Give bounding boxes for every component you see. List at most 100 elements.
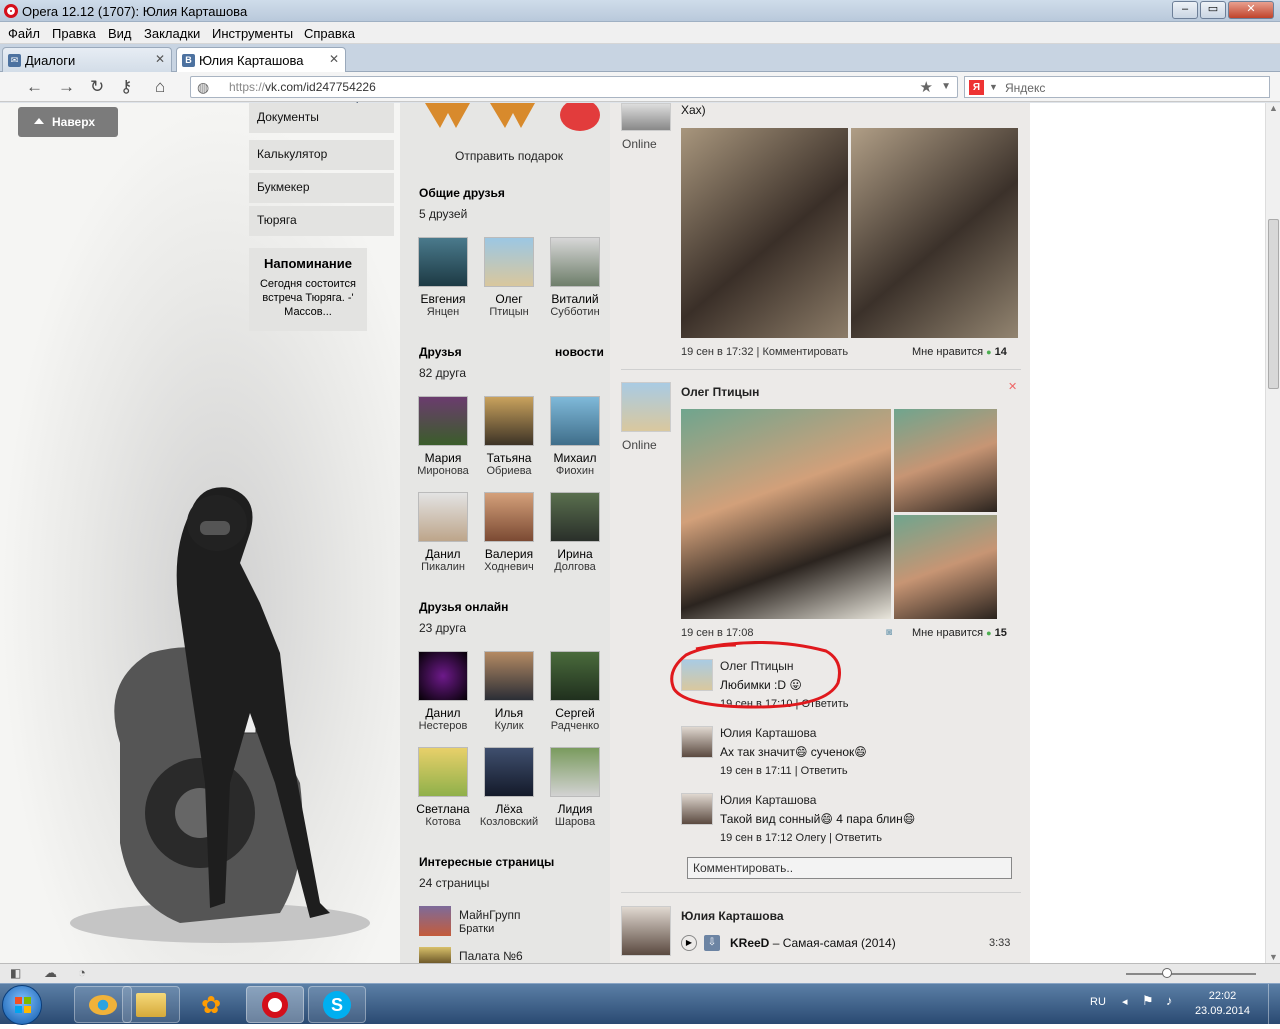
comment-author[interactable]: Юлия Карташова <box>720 793 816 807</box>
cloud-icon[interactable]: ☁ <box>44 965 57 981</box>
close-button[interactable]: ✕ <box>1228 1 1274 19</box>
friend-card[interactable]: Светлана Котова <box>410 747 476 828</box>
close-tab-icon[interactable]: ✕ <box>329 52 339 66</box>
reload-icon[interactable]: ↻ <box>90 77 104 97</box>
speed-dial-icon[interactable]: ◔ <box>78 965 86 980</box>
comment-author[interactable]: Юлия Карташова <box>720 726 816 740</box>
like-button[interactable]: Мне нравится ● 15 <box>912 627 1007 639</box>
share-icon[interactable]: ◙ <box>886 627 892 638</box>
comment-time[interactable]: 19 сен в 17:12 Олегу <box>720 832 826 844</box>
menu-view[interactable]: Вид <box>108 26 132 41</box>
taskbar-app-opera[interactable] <box>246 986 304 1023</box>
minimize-button[interactable]: ‒ <box>1172 1 1198 19</box>
home-icon[interactable]: ⌂ <box>155 77 165 97</box>
menu-bookmaker[interactable]: Букмекер <box>249 173 394 203</box>
like-button[interactable]: Мне нравится ● 14 <box>912 346 1007 358</box>
friends-title[interactable]: Друзья <box>419 345 462 359</box>
friend-card[interactable]: Данил Нестеров <box>410 651 476 732</box>
friend-card[interactable]: Данил Пикалин <box>410 492 476 573</box>
friend-card[interactable]: Виталий Субботин <box>542 237 608 318</box>
maximize-button[interactable]: ▭ <box>1200 1 1226 19</box>
friend-card[interactable]: Илья Кулик <box>476 651 542 732</box>
tab-profile[interactable]: B Юлия Карташова ✕ <box>176 47 346 72</box>
commenter-avatar[interactable] <box>681 793 713 825</box>
page-avatar[interactable] <box>419 947 451 963</box>
close-tab-icon[interactable]: ✕ <box>155 52 165 66</box>
menu-edit[interactable]: Правка <box>52 26 96 41</box>
taskbar-app-explorer[interactable] <box>122 986 180 1023</box>
system-clock[interactable]: 22:02 23.09.2014 <box>1195 989 1250 1019</box>
post-photo[interactable] <box>894 515 997 619</box>
post-time[interactable]: 19 сен в 17:32 <box>681 346 753 358</box>
menu-documents[interactable]: Документы <box>249 103 394 133</box>
delete-post-icon[interactable]: ✕ <box>1008 380 1017 393</box>
show-desktop-button[interactable] <box>1268 984 1280 1025</box>
menu-bookmarks[interactable]: Закладки <box>144 26 200 41</box>
menu-prison[interactable]: Тюряга <box>249 206 394 236</box>
start-button[interactable] <box>2 985 42 1025</box>
reply-link[interactable]: Ответить <box>801 765 848 777</box>
friend-card[interactable]: Татьяна Обриева <box>476 396 542 477</box>
post-photo[interactable] <box>851 128 1018 338</box>
friends-online-title[interactable]: Друзья онлайн <box>419 600 508 614</box>
friends-news-link[interactable]: новости <box>555 345 604 359</box>
common-friends-title[interactable]: Общие друзья <box>419 186 505 200</box>
key-icon[interactable]: ⚷ <box>120 77 132 97</box>
bookmark-star-icon[interactable]: ★ <box>920 78 933 96</box>
tray-expand-icon[interactable]: ◂ <box>1122 995 1128 1008</box>
tab-dialogs[interactable]: ✉ Диалоги ✕ <box>2 47 172 72</box>
menu-file[interactable]: Файл <box>8 26 40 41</box>
comment-time[interactable]: 19 сен в 17:11 <box>720 765 792 777</box>
friend-card[interactable]: Олег Птицын <box>476 237 542 318</box>
reminder-box[interactable]: Напоминание Сегодня состоится встреча Тю… <box>249 248 367 331</box>
scroll-down-icon[interactable]: ▼ <box>1269 952 1278 962</box>
post-photo[interactable] <box>894 409 997 512</box>
friend-card[interactable]: Михаил Фиохин <box>542 396 608 477</box>
friend-card[interactable]: Лидия Шарова <box>542 747 608 828</box>
search-field[interactable]: Я ▼ Яндекс <box>964 76 1270 98</box>
dropdown-arrow-icon[interactable]: ▼ <box>941 81 951 92</box>
reply-link[interactable]: Ответить <box>835 832 882 844</box>
post-author[interactable]: Олег Птицын <box>681 385 759 399</box>
scroll-up-icon[interactable]: ▲ <box>1269 103 1278 113</box>
post-author[interactable]: Юлия Карташова <box>681 909 784 923</box>
zoom-slider-handle[interactable] <box>1162 968 1172 978</box>
panel-toggle-icon[interactable]: ◧ <box>10 966 21 980</box>
menu-tools[interactable]: Инструменты <box>212 26 293 41</box>
download-icon[interactable]: ⇩ <box>704 935 720 951</box>
vertical-scrollbar[interactable]: ▲ ▼ <box>1265 103 1280 963</box>
taskbar-app-icq[interactable]: ✿ <box>182 986 240 1023</box>
friend-card[interactable]: Ирина Долгова <box>542 492 608 573</box>
author-avatar[interactable] <box>621 382 671 432</box>
menu-help[interactable]: Справка <box>304 26 355 41</box>
friend-card[interactable]: Мария Миронова <box>410 396 476 477</box>
post-photo[interactable] <box>681 128 848 338</box>
commenter-avatar[interactable] <box>681 726 713 758</box>
page-name[interactable]: Палата №6 <box>459 949 523 963</box>
comment-link[interactable]: Комментировать <box>762 346 848 358</box>
friend-card[interactable]: Евгения Янцен <box>410 237 476 318</box>
page-avatar[interactable] <box>419 906 451 936</box>
author-avatar[interactable] <box>621 103 671 131</box>
site-info-icon[interactable]: ◍ <box>197 79 209 96</box>
play-icon[interactable]: ▶ <box>681 935 697 951</box>
menu-calculator[interactable]: Калькулятор <box>249 140 394 170</box>
address-bar[interactable]: ◍ https://vk.com/id247754226 ★ ▼ <box>190 76 958 98</box>
page-name[interactable]: МайнГрупп <box>459 908 521 922</box>
pages-title[interactable]: Интересные страницы <box>419 855 554 869</box>
volume-icon[interactable]: ♪ <box>1166 993 1173 1008</box>
language-indicator[interactable]: RU <box>1090 996 1106 1008</box>
friend-card[interactable]: Лёха Козловский <box>476 747 542 828</box>
taskbar-app-skype[interactable]: S <box>308 986 366 1023</box>
comment-input[interactable]: Комментировать.. <box>687 857 1012 879</box>
back-icon[interactable]: ← <box>26 77 43 97</box>
flag-icon[interactable]: ⚑ <box>1142 993 1154 1009</box>
scrollbar-thumb[interactable] <box>1268 219 1279 389</box>
forward-icon[interactable]: → <box>58 77 75 97</box>
scroll-to-top-button[interactable]: Наверх <box>18 107 118 137</box>
audio-track[interactable]: KReeD – Самая-самая (2014) <box>730 936 896 950</box>
engine-dropdown-icon[interactable]: ▼ <box>989 82 998 92</box>
post-photo[interactable] <box>681 409 891 619</box>
post-time[interactable]: 19 сен в 17:08 <box>681 627 753 639</box>
send-gift-link[interactable]: Отправить подарок <box>455 149 563 163</box>
